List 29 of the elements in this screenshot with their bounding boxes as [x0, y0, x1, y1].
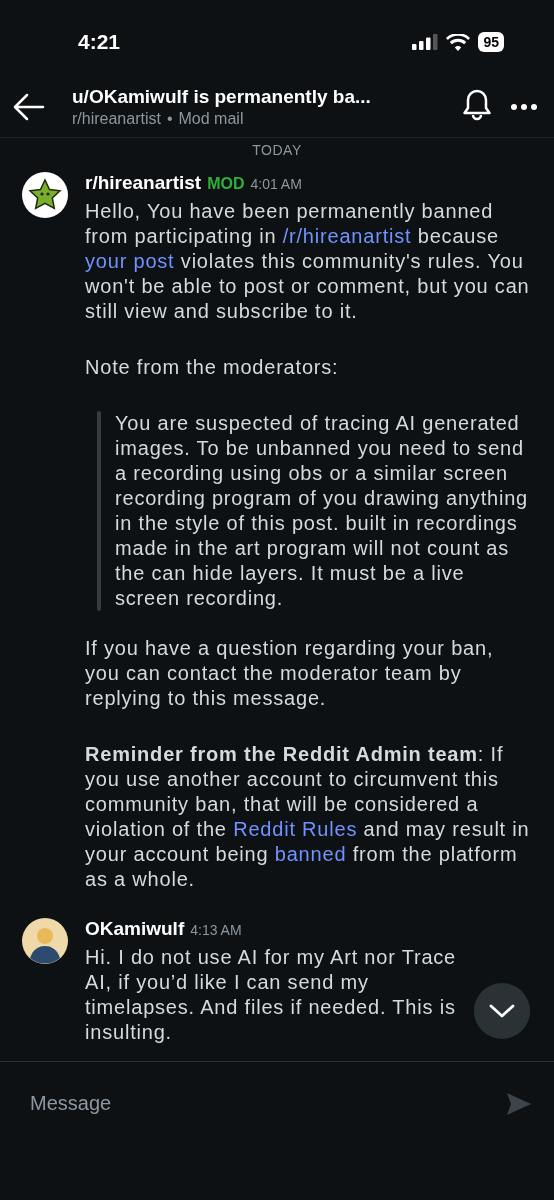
- text-link[interactable]: Reddit Rules: [233, 818, 358, 840]
- message-text: Hi. I do not use AI for my Art nor Trace AI, if you’d like I can send my timelapses. And files if needed. This is insulting.: [85, 945, 458, 1045]
- chevron-down-icon: [489, 1003, 515, 1019]
- author-name[interactable]: OKamiwulf: [85, 918, 185, 940]
- star-avatar-icon: [22, 172, 68, 218]
- text-link[interactable]: /r/hireanartist: [282, 225, 412, 247]
- quote-text: You are suspected of tracing AI generated images. To be unbanned you need to send a recording using obs or a similar screen recording program of you drawing anything in the style of this post. built in recordings made in the art program will not count as the can hide layers. It must be a live screen recording.: [115, 411, 529, 611]
- scroll-down-button[interactable]: [474, 983, 530, 1039]
- mod-tag: MOD: [207, 175, 245, 193]
- author-name[interactable]: r/hireanartist: [85, 172, 202, 194]
- subreddit-name: r/hireanartist: [72, 109, 161, 128]
- message-text: Reminder from the Reddit Admin team: If you use another account to circumvent this community ban, that will be considered a violation of the Reddit Rules and may result in your account being banned from the platform as a whole.: [85, 742, 531, 892]
- message-text: If you have a question regarding your ban, you can contact the moderator team by replying to this message.: [85, 636, 495, 711]
- separator-dot: •: [166, 109, 173, 128]
- clock-time: 4:21: [78, 29, 122, 54]
- message-text: Note from the moderators:: [85, 355, 340, 380]
- conversation-title: u/OKamiwulf is permanently ba...: [72, 85, 372, 108]
- text-link[interactable]: banned: [274, 843, 347, 865]
- message-text: Hello, You have been permanently banned from participating in /r/hireanartist because your post violates this community's rules. You won't be able to post or comment, but you can still view and subscribe to it.: [85, 199, 531, 324]
- text-link[interactable]: your post: [85, 250, 175, 272]
- wifi-icon: [446, 33, 471, 51]
- message-field[interactable]: Message: [30, 1092, 506, 1115]
- avatar-icon: [22, 918, 68, 964]
- message-time: 4:01 AM: [250, 176, 302, 192]
- section-label: Mod mail: [178, 109, 244, 128]
- battery-level: 95: [478, 32, 504, 52]
- signal-icon: [412, 34, 439, 50]
- date-divider: TODAY: [251, 142, 303, 158]
- message-time: 4:13 AM: [190, 922, 242, 938]
